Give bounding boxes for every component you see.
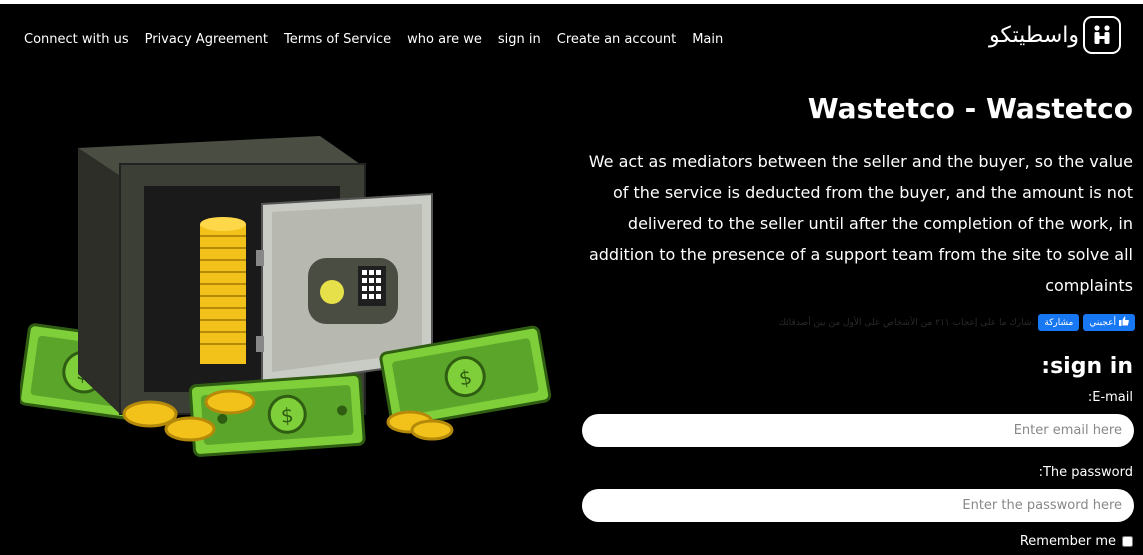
like-count-text: شارك ما على إعجاب ٢١١ من الأشخاص على الأ… [778, 317, 1035, 328]
nav-link-sign-in[interactable]: sign in [498, 32, 541, 47]
share-button[interactable]: مشاركة [1038, 314, 1080, 331]
svg-text:$: $ [280, 403, 294, 428]
navbar: Connect with us Privacy Agreement Terms … [0, 4, 1143, 76]
email-field[interactable] [582, 414, 1134, 447]
nav-link-create-account[interactable]: Create an account [557, 32, 676, 47]
handshake-icon [1083, 16, 1121, 54]
email-label: :E-mail [1087, 390, 1133, 405]
remember-me-row: Remember me [1020, 534, 1133, 549]
like-button-label: أعجبني [1089, 317, 1116, 328]
safe-with-money-illustration: $ $ [18, 124, 580, 484]
logo-text: واسطيتكو [988, 22, 1079, 48]
remember-me-label: Remember me [1019, 534, 1116, 549]
nav-link-terms[interactable]: Terms of Service [284, 32, 391, 47]
page-title: Wastetco - Wastetco [807, 92, 1133, 125]
like-button[interactable]: أعجبني [1083, 314, 1135, 331]
nav-link-about[interactable]: who are we [407, 32, 482, 47]
facebook-social-row: شارك ما على إعجاب ٢١١ من الأشخاص على الأ… [779, 314, 1135, 331]
nav-link-contact[interactable]: Connect with us [24, 32, 129, 47]
remember-me-checkbox[interactable] [1122, 536, 1133, 547]
share-button-label: مشاركة [1044, 317, 1074, 328]
sign-in-heading: :sign in [1041, 354, 1133, 379]
password-field[interactable] [582, 489, 1134, 522]
nav-link-privacy[interactable]: Privacy Agreement [145, 32, 268, 47]
nav-link-main[interactable]: Main [692, 32, 723, 47]
thumbs-up-icon [1119, 316, 1129, 329]
hero-description: We act as mediators between the seller a… [588, 152, 1133, 295]
password-label: :The password [1038, 465, 1133, 480]
site-logo[interactable]: واسطيتكو [989, 16, 1121, 54]
nav-links: Connect with us Privacy Agreement Terms … [24, 32, 739, 47]
